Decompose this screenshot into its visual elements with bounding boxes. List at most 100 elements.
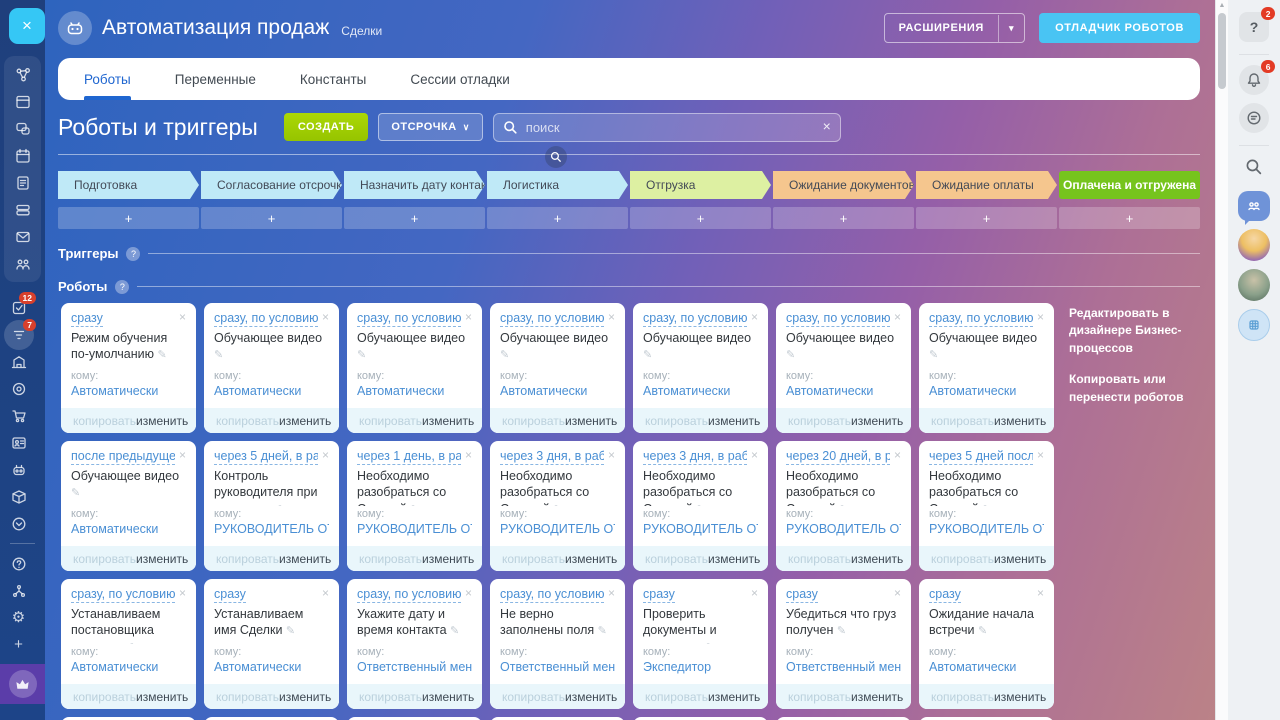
sidebar-item-help[interactable] bbox=[0, 550, 37, 577]
edit-pencil-icon[interactable]: ✎ bbox=[71, 487, 80, 499]
sidebar-item-tasks[interactable]: 12 bbox=[0, 292, 37, 321]
add-robot-button[interactable]: + bbox=[344, 207, 485, 229]
add-robot-button[interactable]: + bbox=[1059, 207, 1200, 229]
copy-button[interactable]: копировать bbox=[788, 690, 851, 704]
caret-down-icon[interactable]: ▾ bbox=[997, 14, 1024, 42]
close-icon[interactable]: × bbox=[322, 311, 329, 323]
group-chat-item[interactable] bbox=[1238, 191, 1270, 225]
edit-button[interactable]: изменить bbox=[136, 414, 188, 428]
sidebar-item-company[interactable] bbox=[0, 348, 37, 375]
robot-trigger-link[interactable]: после предыдущего, п... bbox=[71, 449, 175, 465]
pipeline-stage[interactable]: Отгрузка bbox=[630, 171, 771, 199]
close-icon[interactable]: × bbox=[894, 449, 901, 461]
sidebar-item-settings[interactable]: ⚙ bbox=[0, 604, 37, 631]
edit-button[interactable]: изменить bbox=[279, 552, 331, 566]
sidebar-item-more[interactable] bbox=[0, 510, 37, 537]
recipient-link[interactable]: Автоматически bbox=[214, 384, 329, 398]
add-robot-button[interactable]: + bbox=[201, 207, 342, 229]
scrollbar-thumb[interactable] bbox=[1218, 13, 1226, 89]
robot-trigger-link[interactable]: через 3 дня, в рабоче... bbox=[643, 449, 747, 465]
copy-button[interactable]: копировать bbox=[931, 690, 994, 704]
edit-button[interactable]: изменить bbox=[565, 552, 617, 566]
recipient-link[interactable]: РУКОВОДИТЕЛЬ ОТ... bbox=[357, 522, 472, 536]
sidebar-item-contact-center[interactable] bbox=[0, 429, 37, 456]
edit-button[interactable]: изменить bbox=[279, 414, 331, 428]
extensions-label[interactable]: РАСШИРЕНИЯ bbox=[885, 14, 998, 42]
edit-button[interactable]: изменить bbox=[994, 414, 1046, 428]
copy-button[interactable]: копировать bbox=[788, 414, 851, 428]
close-icon[interactable]: × bbox=[179, 311, 186, 323]
copy-button[interactable]: копировать bbox=[73, 690, 136, 704]
close-icon[interactable]: × bbox=[179, 449, 186, 461]
search-panel-button[interactable] bbox=[1245, 158, 1263, 181]
edit-button[interactable]: изменить bbox=[136, 552, 188, 566]
copy-button[interactable]: копировать bbox=[502, 552, 565, 566]
edit-button[interactable]: изменить bbox=[708, 414, 760, 428]
robot-trigger-link[interactable]: сразу, по условию bbox=[357, 311, 461, 327]
recipient-link[interactable]: Ответственный мен... bbox=[357, 660, 472, 674]
pipeline-stage[interactable]: Ожидание оплаты bbox=[916, 171, 1057, 199]
pipeline-stage[interactable]: Оплачена и отгружена bbox=[1059, 171, 1200, 199]
pipeline-stage[interactable]: Логистика bbox=[487, 171, 628, 199]
add-robot-button[interactable]: + bbox=[58, 207, 199, 229]
recipient-link[interactable]: РУКОВОДИТЕЛЬ ОТ... bbox=[786, 522, 901, 536]
robot-trigger-link[interactable]: сразу, по условию bbox=[929, 311, 1033, 327]
tab-constants[interactable]: Константы bbox=[300, 58, 366, 100]
robot-trigger-link[interactable]: сразу bbox=[786, 587, 818, 603]
user-avatar-1[interactable] bbox=[1238, 229, 1270, 261]
sidebar-item-messenger[interactable] bbox=[4, 115, 41, 142]
copy-button[interactable]: копировать bbox=[788, 552, 851, 566]
search-input[interactable] bbox=[492, 112, 841, 142]
close-icon[interactable]: × bbox=[1037, 587, 1044, 599]
close-icon[interactable]: × bbox=[608, 311, 615, 323]
edit-button[interactable]: изменить bbox=[708, 690, 760, 704]
close-icon[interactable]: × bbox=[751, 311, 758, 323]
sidebar-item-automation[interactable] bbox=[0, 456, 37, 483]
close-icon[interactable]: × bbox=[322, 587, 329, 599]
bot-contact[interactable] bbox=[1238, 309, 1270, 341]
edit-button[interactable]: изменить bbox=[422, 552, 474, 566]
sidebar-item-calendar[interactable] bbox=[4, 142, 41, 169]
recipient-link[interactable]: Автоматически bbox=[357, 384, 472, 398]
sidebar-item-marketing[interactable] bbox=[0, 375, 37, 402]
close-icon[interactable]: × bbox=[608, 449, 615, 461]
recipient-link[interactable]: Экспедитор bbox=[643, 660, 758, 674]
close-icon[interactable]: × bbox=[465, 449, 472, 461]
edit-button[interactable]: изменить bbox=[422, 414, 474, 428]
copy-button[interactable]: копировать bbox=[931, 414, 994, 428]
edit-pencil-icon[interactable]: ✎ bbox=[839, 504, 848, 507]
chat-panel-button[interactable] bbox=[1239, 103, 1269, 133]
recipient-link[interactable]: Ответственный мен... bbox=[786, 660, 901, 674]
edit-pencil-icon[interactable]: ✎ bbox=[158, 349, 167, 361]
notifications-button[interactable]: 6 bbox=[1239, 60, 1275, 95]
edit-pencil-icon[interactable]: ✎ bbox=[982, 504, 991, 507]
close-icon[interactable]: × bbox=[751, 449, 758, 461]
sidebar-item-network[interactable] bbox=[4, 61, 41, 88]
add-robot-button[interactable]: + bbox=[916, 207, 1057, 229]
add-robot-button[interactable]: + bbox=[773, 207, 914, 229]
menu-close-button[interactable]: × bbox=[9, 8, 45, 44]
tab-debug-sessions[interactable]: Сессии отладки bbox=[410, 58, 509, 100]
copy-button[interactable]: копировать bbox=[73, 552, 136, 566]
scrollbar[interactable]: ▲ bbox=[1215, 0, 1228, 720]
sidebar-item-catalog[interactable] bbox=[0, 483, 37, 510]
pipeline-stage[interactable]: Ожидание документов bbox=[773, 171, 914, 199]
copy-button[interactable]: копировать bbox=[359, 690, 422, 704]
entity-link[interactable]: Сделки bbox=[341, 24, 382, 38]
search-handle-icon[interactable] bbox=[545, 146, 567, 168]
close-icon[interactable]: × bbox=[465, 587, 472, 599]
edit-pencil-icon[interactable]: ✎ bbox=[837, 625, 846, 637]
robot-trigger-link[interactable]: сразу, по условию bbox=[500, 311, 604, 327]
recipient-link[interactable]: Автоматически bbox=[71, 522, 186, 536]
robot-trigger-link[interactable]: сразу, по условию bbox=[214, 311, 318, 327]
sidebar-item-feed[interactable] bbox=[4, 88, 41, 115]
robot-trigger-link[interactable]: сразу, по условию bbox=[71, 587, 175, 603]
tab-robots[interactable]: Роботы bbox=[84, 58, 131, 100]
recipient-link[interactable]: Автоматически bbox=[71, 660, 186, 674]
robot-trigger-link[interactable]: через 3 дня, в рабоче... bbox=[500, 449, 604, 465]
copy-button[interactable]: копировать bbox=[645, 552, 708, 566]
edit-pencil-icon[interactable]: ✎ bbox=[643, 349, 652, 361]
extensions-button[interactable]: РАСШИРЕНИЯ ▾ bbox=[883, 13, 1026, 43]
edit-pencil-icon[interactable]: ✎ bbox=[286, 625, 295, 637]
edit-pencil-icon[interactable]: ✎ bbox=[500, 349, 509, 361]
